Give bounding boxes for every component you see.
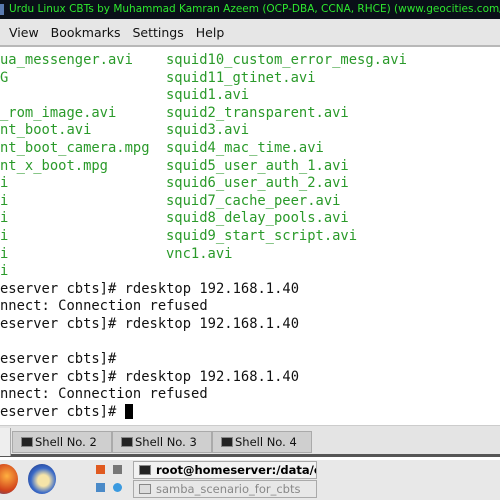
file-name: i: [0, 245, 9, 262]
line-text: eserver cbts]#: [0, 351, 117, 368]
file-name: squid11_gtinet.avi: [166, 69, 316, 86]
file-name: i: [0, 210, 9, 227]
file-name: i: [0, 227, 9, 244]
listing-row: nt_boot.avi squid3.avi: [0, 122, 500, 140]
file-name: G: [0, 69, 9, 86]
taskbar-item-samba[interactable]: samba_scenario_for_cbts: [133, 480, 317, 498]
listing-row: i squid6_user_auth_2.avi: [0, 175, 500, 193]
line-text: eserver cbts]#: [0, 403, 125, 420]
network-icon[interactable]: [96, 483, 105, 492]
terminal-line: nnect: Connection refused: [0, 386, 500, 404]
file-name: squid9_start_script.avi: [166, 227, 358, 244]
task-label: root@homeserver:/data/cdi: [156, 463, 317, 477]
tab-label: Shell No. 2: [35, 435, 97, 449]
listing-row: nt_x_boot.mpg squid5_user_auth_1.avi: [0, 158, 500, 176]
file-name: squid1.avi: [166, 87, 250, 104]
tab-label: Shell No. 4: [235, 435, 297, 449]
listing-row: i: [0, 263, 500, 281]
menu-bookmarks[interactable]: Bookmarks: [51, 25, 121, 40]
terminal-line: eserver cbts]# rdesktop 192.168.1.40: [0, 281, 500, 299]
line-text: eserver cbts]# rdesktop 192.168.1.40: [0, 315, 300, 332]
tab-label: Shell No. 3: [135, 435, 197, 449]
listing-row: squid1.avi: [0, 87, 500, 105]
terminal-output[interactable]: ua_messenger.avi squid10_custom_error_mes…: [0, 50, 500, 425]
shell-tab-bar: Shell No. 2 Shell No. 3 Shell No. 4: [0, 425, 500, 457]
window-title: Urdu Linux CBTs by Muhammad Kamran Azeem…: [9, 3, 500, 15]
file-name: ua_messenger.avi: [0, 52, 133, 68]
file-name: nt_x_boot.mpg: [0, 157, 108, 174]
listing-row: i vnc1.avi: [0, 246, 500, 264]
menubar: View Bookmarks Settings Help: [0, 19, 500, 47]
terminal-icon: [21, 437, 33, 447]
window-menu-icon[interactable]: [0, 4, 4, 15]
task-label: samba_scenario_for_cbts: [156, 482, 301, 496]
file-name: squid10_custom_error_mesg.avi: [166, 52, 407, 68]
tab-shell-3[interactable]: Shell No. 3: [112, 431, 212, 453]
file-name: squid8_delay_pools.avi: [166, 210, 349, 227]
tab-shell-2[interactable]: Shell No. 2: [12, 431, 112, 453]
line-text: nnect: Connection refused: [0, 298, 208, 315]
file-name: i: [0, 263, 9, 280]
terminal-icon: [121, 437, 133, 447]
listing-row: ua_messenger.avi squid10_custom_error_mes…: [0, 52, 500, 70]
listing-row: i squid8_delay_pools.avi: [0, 210, 500, 228]
terminal-icon: [139, 465, 151, 475]
settings-icon[interactable]: [113, 483, 122, 492]
cursor: [124, 403, 133, 419]
firefox-icon[interactable]: [0, 464, 18, 494]
file-name: squid2_transparent.avi: [166, 104, 349, 121]
terminal-line: eserver cbts]# rdesktop 192.168.1.40: [0, 316, 500, 334]
terminal-line: eserver cbts]# rdesktop 192.168.1.40: [0, 369, 500, 387]
line-text: nnect: Connection refused: [0, 386, 208, 403]
file-name: vnc1.avi: [166, 245, 233, 262]
taskbar-item-terminal[interactable]: root@homeserver:/data/cdi: [133, 461, 317, 479]
tab-shell-4[interactable]: Shell No. 4: [212, 431, 312, 453]
menu-view[interactable]: View: [9, 25, 39, 40]
listing-row: Gsquid11_gtinet.avi: [0, 70, 500, 88]
file-name: _rom_image.avi: [0, 104, 117, 121]
taskbar-panel: root@homeserver:/data/cdi samba_scenario…: [0, 460, 500, 500]
terminal-icon: [221, 437, 233, 447]
terminal-line: eserver cbts]#: [0, 351, 500, 369]
file-name: squid3.avi: [166, 122, 250, 139]
menu-settings[interactable]: Settings: [132, 25, 183, 40]
listing-row: nt_boot_camera.mpg squid4_mac_time.avi: [0, 140, 500, 158]
listing-row: i squid9_start_script.avi: [0, 228, 500, 246]
home-icon[interactable]: [96, 465, 105, 474]
listing-row: i squid7_cache_peer.avi: [0, 193, 500, 211]
terminal-line: eserver cbts]#: [0, 403, 500, 422]
file-name: i: [0, 175, 9, 192]
computer-icon[interactable]: [113, 465, 122, 474]
file-name: squid4_mac_time.avi: [166, 139, 324, 156]
menu-help[interactable]: Help: [196, 25, 225, 40]
thunderbird-icon[interactable]: [28, 464, 56, 494]
terminal-line: nnect: Connection refused: [0, 298, 500, 316]
file-name: nt_boot_camera.mpg: [0, 139, 150, 156]
file-name: squid6_user_auth_2.avi: [166, 175, 349, 192]
tab-shell-1-partial[interactable]: [0, 428, 11, 456]
line-text: eserver cbts]# rdesktop 192.168.1.40: [0, 280, 300, 297]
file-name: i: [0, 192, 9, 209]
listing-row: _rom_image.avi squid2_transparent.avi: [0, 105, 500, 123]
file-name: nt_boot.avi: [0, 122, 92, 139]
window-titlebar: Urdu Linux CBTs by Muhammad Kamran Azeem…: [0, 0, 500, 19]
document-icon: [139, 484, 151, 494]
file-name: squid5_user_auth_1.avi: [166, 157, 349, 174]
file-name: squid7_cache_peer.avi: [166, 192, 341, 209]
line-text: eserver cbts]# rdesktop 192.168.1.40: [0, 368, 300, 385]
